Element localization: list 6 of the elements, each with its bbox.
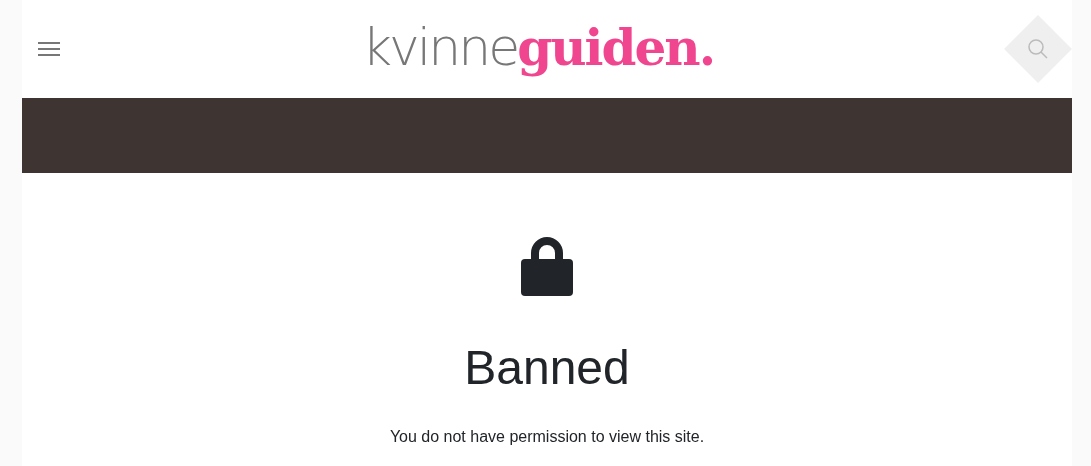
menu-icon <box>38 41 60 57</box>
message-text: You do not have permission to view this site. <box>389 427 705 446</box>
menu-button[interactable] <box>38 39 62 59</box>
lock-icon <box>521 235 573 296</box>
page-title: Banned <box>464 342 630 395</box>
search-icon <box>1027 38 1049 60</box>
